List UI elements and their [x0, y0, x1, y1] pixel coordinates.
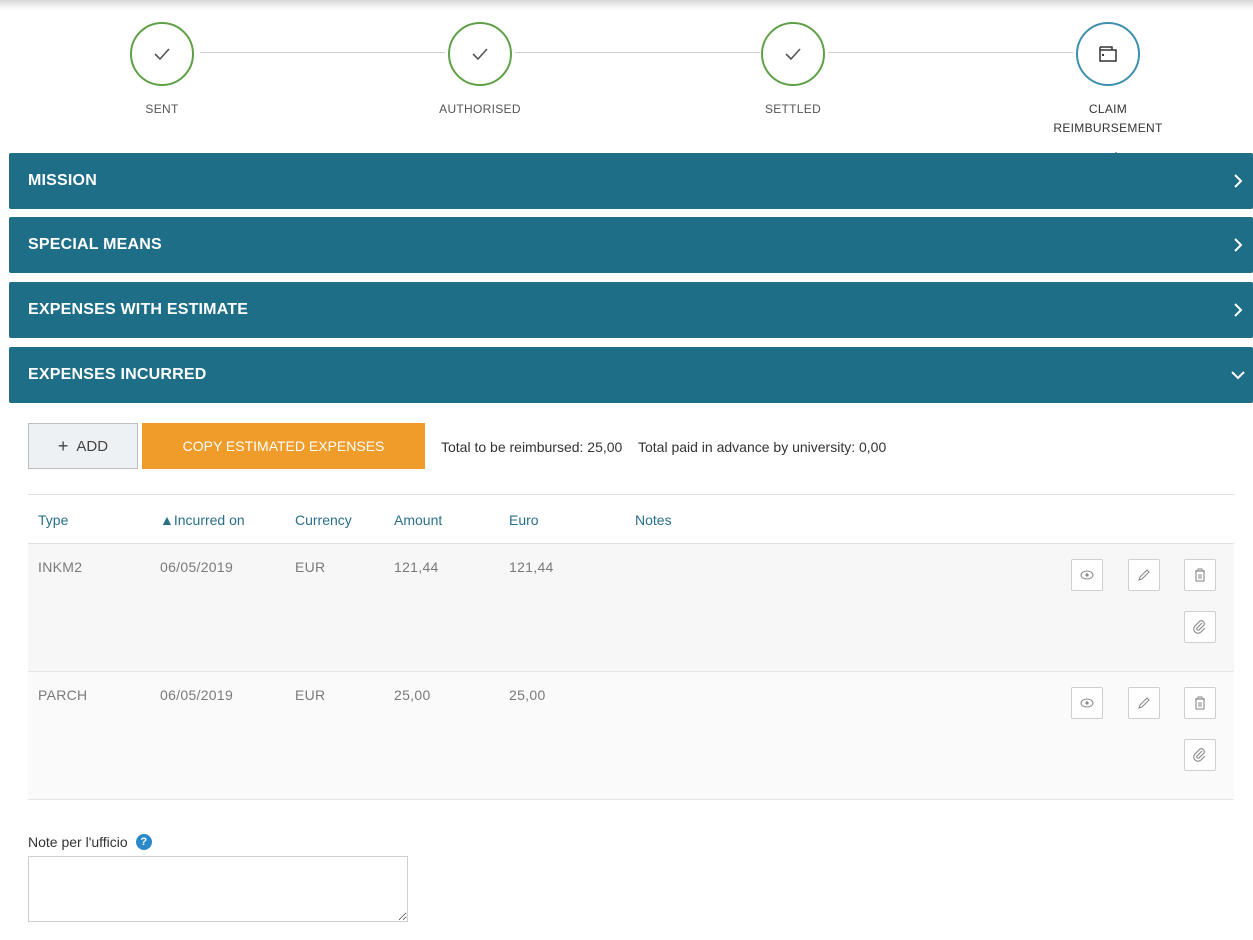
panel-special-means[interactable]: SPECIAL MEANS	[9, 217, 1253, 273]
column-header-incurred-on[interactable]: ▲Incurred on	[160, 512, 245, 528]
step-label: AUTHORISED	[439, 102, 521, 116]
notes-label-text: Note per l'ufficio	[28, 834, 128, 850]
step-circle	[1076, 22, 1140, 86]
cell-amount: 121,44	[394, 559, 439, 575]
check-icon	[785, 48, 801, 61]
panel-expenses-incurred[interactable]: EXPENSES INCURRED	[9, 347, 1253, 403]
chevron-right-icon	[1223, 282, 1253, 338]
cell-currency: EUR	[295, 559, 326, 575]
wallet-icon	[1099, 46, 1117, 62]
add-button-label: ADD	[76, 437, 109, 455]
eye-icon	[1080, 570, 1094, 580]
step-authorised: AUTHORISED	[380, 22, 580, 119]
step-label: SETTLED	[764, 102, 822, 116]
panel-title: EXPENSES WITH ESTIMATE	[28, 301, 249, 318]
pencil-icon	[1138, 569, 1150, 581]
column-header-amount[interactable]: Amount	[394, 512, 442, 528]
totals: Total to be reimbursed: 25,00 Total paid…	[441, 439, 898, 455]
notes-textarea[interactable]	[28, 856, 408, 922]
step-circle	[761, 22, 825, 86]
paperclip-icon	[1193, 748, 1206, 762]
step-circle	[130, 22, 194, 86]
column-header-notes[interactable]: Notes	[635, 512, 672, 528]
cell-amount: 25,00	[394, 687, 431, 703]
edit-button[interactable]	[1128, 687, 1160, 719]
notes-label: Note per l'ufficio ?	[28, 834, 152, 850]
cell-type: PARCH	[38, 687, 88, 703]
add-button[interactable]: + ADD	[28, 423, 138, 469]
delete-button[interactable]	[1184, 687, 1216, 719]
chevron-down-icon	[1223, 347, 1253, 403]
chevron-right-icon	[1223, 153, 1253, 209]
check-icon	[154, 48, 170, 61]
view-button[interactable]	[1071, 687, 1103, 719]
expenses-table: Type ▲Incurred on Currency Amount Euro N…	[28, 494, 1234, 800]
cell-type: INKM2	[38, 559, 83, 575]
step-settled: SETTLED	[693, 22, 893, 119]
panel-expenses-with-estimate[interactable]: EXPENSES WITH ESTIMATE	[9, 282, 1253, 338]
help-icon[interactable]: ?	[135, 834, 152, 850]
panel-mission[interactable]: MISSION	[9, 153, 1253, 209]
delete-button[interactable]	[1184, 559, 1216, 591]
cell-currency: EUR	[295, 687, 326, 703]
trash-icon	[1195, 568, 1205, 582]
top-shadow	[0, 0, 1253, 10]
cell-euro: 25,00	[509, 687, 546, 703]
paperclip-icon	[1193, 620, 1206, 634]
progress-stepper: SENT AUTHORISED SETTLED CLAIM REIMBURSEM…	[0, 10, 1253, 162]
cell-date: 06/05/2019	[160, 687, 234, 703]
chevron-right-icon	[1223, 217, 1253, 273]
total-reimbursed: Total to be reimbursed: 25,00	[441, 439, 623, 455]
step-circle	[448, 22, 512, 86]
column-header-euro[interactable]: Euro	[509, 512, 539, 528]
copy-estimated-expenses-button[interactable]: COPY ESTIMATED EXPENSES	[142, 423, 425, 469]
cell-euro: 121,44	[509, 559, 554, 575]
step-claim-reimbursement: CLAIM REIMBURSEMENT	[1008, 22, 1208, 162]
check-icon	[472, 48, 488, 61]
step-label: CLAIM REIMBURSEMENT	[1053, 102, 1163, 135]
trash-icon	[1195, 696, 1205, 710]
plus-icon: +	[57, 436, 69, 456]
step-label: SENT	[145, 102, 179, 116]
table-row: INKM2 06/05/2019 EUR 121,44 121,44	[28, 544, 1234, 672]
panel-title: SPECIAL MEANS	[28, 236, 162, 253]
expenses-incurred-body: + ADD COPY ESTIMATED EXPENSES Total to b…	[9, 404, 1253, 940]
view-button[interactable]	[1071, 559, 1103, 591]
eye-icon	[1080, 698, 1094, 708]
column-header-currency[interactable]: Currency	[295, 512, 352, 528]
cell-date: 06/05/2019	[160, 559, 234, 575]
panel-title: MISSION	[28, 172, 97, 189]
column-header-type[interactable]: Type	[38, 512, 68, 528]
table-header: Type ▲Incurred on Currency Amount Euro N…	[28, 494, 1234, 544]
pencil-icon	[1138, 697, 1150, 709]
step-sent: SENT	[62, 22, 262, 119]
total-advance: Total paid in advance by university: 0,0…	[637, 439, 887, 455]
attach-button[interactable]	[1184, 739, 1216, 771]
panel-title: EXPENSES INCURRED	[28, 366, 207, 383]
attach-button[interactable]	[1184, 611, 1216, 643]
table-row: PARCH 06/05/2019 EUR 25,00 25,00	[28, 672, 1234, 800]
edit-button[interactable]	[1128, 559, 1160, 591]
